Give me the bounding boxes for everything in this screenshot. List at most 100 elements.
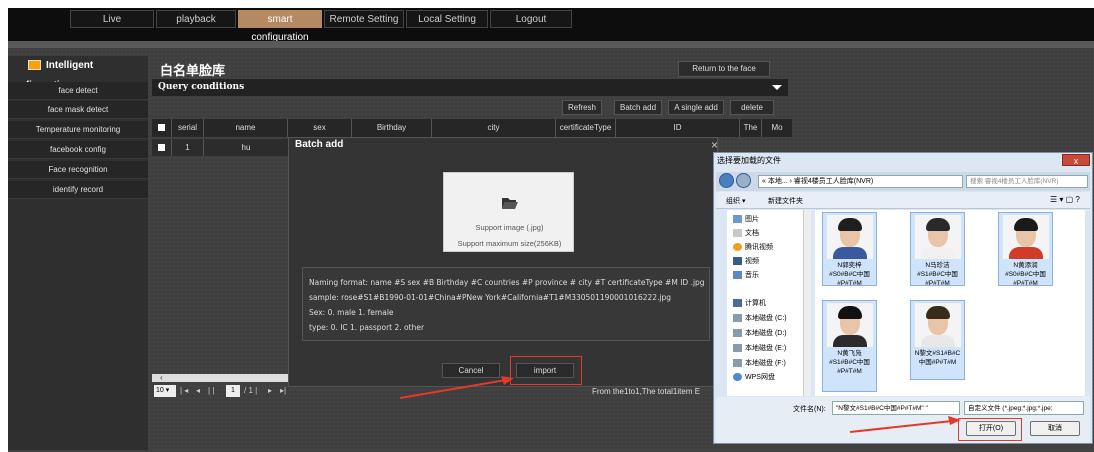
sidebar-item-identify-record[interactable]: identify record — [8, 181, 148, 199]
nav-label: 音乐 — [745, 272, 759, 279]
last-page-icon[interactable]: ▸| — [280, 386, 286, 395]
nav-label: 文档 — [745, 230, 759, 237]
nav-tab-remote-setting[interactable]: Remote Setting — [324, 10, 404, 28]
nav-label: 本地磁盘 (C:) — [745, 315, 787, 322]
total-pages: / 1 | — [244, 386, 258, 395]
sidebar-item-temperature-monitoring[interactable]: Temperature monitoring — [8, 121, 148, 139]
photo-thumbnail — [915, 215, 961, 259]
page-input[interactable]: 1 — [226, 385, 240, 397]
annotation-arrow-icon — [399, 376, 514, 399]
batch-add-button[interactable]: Batch add — [614, 100, 662, 115]
sidebar-item-face-detect[interactable]: face detect — [8, 82, 148, 100]
nav-label: 视频 — [745, 258, 759, 265]
batch-add-close-icon[interactable]: × — [711, 138, 718, 152]
row-checkbox[interactable] — [158, 144, 165, 151]
file-name: N黄飞凫 #S1#B#C中国 #P#T#M — [829, 350, 870, 375]
horizontal-scrollbar[interactable]: ‹ — [152, 374, 292, 382]
cell-serial: 1 — [172, 139, 204, 156]
nav-tab-playback[interactable]: playback — [156, 10, 236, 28]
return-to-face-button[interactable]: Return to the face — [678, 61, 770, 77]
nav-tab-live[interactable]: Live — [70, 10, 154, 28]
type-code-line: type: 0. IC 1. passport 2. other — [309, 323, 425, 332]
photo-thumbnail — [915, 303, 961, 347]
nav-item-pictures[interactable]: 图片 — [733, 214, 759, 224]
documents-icon — [733, 229, 742, 238]
single-add-button[interactable]: A single add — [668, 100, 724, 115]
search-input[interactable]: 搜索 睿视4楼员工人脸库(NVR) — [966, 175, 1088, 188]
drive-icon — [733, 344, 742, 353]
scroll-left-icon[interactable]: ‹ — [160, 374, 163, 382]
nav-divider — [8, 41, 1094, 48]
first-page-icon[interactable]: | ◂ — [180, 386, 188, 395]
file-thumbnail[interactable]: N郭奕梓 #S0#B#C中国 #P#T#M — [822, 212, 877, 287]
nav-item-tencent-video[interactable]: 腾讯视频 — [733, 242, 773, 252]
nav-item-music[interactable]: 音乐 — [733, 270, 759, 280]
import-highlight-box — [510, 356, 582, 385]
refresh-button[interactable]: Refresh — [562, 100, 602, 115]
nav-item-videos[interactable]: 视频 — [733, 256, 759, 266]
nav-tab-smart-configuration[interactable]: smart configuration — [238, 10, 322, 43]
tencent-video-icon — [733, 243, 742, 252]
annotation-arrow-icon — [849, 416, 961, 433]
upload-area[interactable]: Support image (.jpg) Support maximum siz… — [443, 172, 574, 252]
address-path-input[interactable]: « 本地... › 睿视4楼员工人脸库(NVR) — [758, 175, 963, 188]
file-name: N郭奕梓 #S0#B#C中国 #P#T#M — [829, 262, 870, 287]
nav-item-drive-d[interactable]: 本地磁盘 (D:) — [733, 328, 787, 338]
file-thumbnail[interactable]: N黄添润 #S0#B#C中国 #P#T#M — [998, 212, 1053, 287]
file-type-select[interactable]: 自定义文件 (*.jpeg;*.jpg;*.jpe; — [964, 401, 1084, 415]
record-info: From the1to1,The total1item E — [592, 387, 701, 396]
naming-format-line: Naming format: name #S sex #B Birthday #… — [309, 278, 705, 287]
sidebar-item-face-recognition[interactable]: Face recognition — [8, 161, 148, 179]
sidebar-item-facebook-config[interactable]: facebook config — [8, 141, 148, 159]
nav-item-drive-e[interactable]: 本地磁盘 (E:) — [733, 343, 786, 353]
query-conditions-bar[interactable]: Query conditions — [152, 79, 788, 96]
nav-item-drive-c[interactable]: 本地磁盘 (C:) — [733, 313, 787, 323]
select-all-checkbox[interactable] — [158, 124, 165, 131]
prev-page-icon[interactable]: ◂ — [196, 386, 200, 395]
open-highlight-box — [958, 418, 1022, 441]
col-mo: Mo — [771, 123, 783, 132]
naming-format-box: Naming format: name #S sex #B Birthday #… — [302, 267, 710, 341]
nav-item-computer[interactable]: 计算机 — [733, 298, 766, 308]
file-thumbnail[interactable]: N黎文#S1#B#C 中国#P#T#M — [910, 300, 965, 380]
nav-tab-logout[interactable]: Logout — [490, 10, 572, 28]
sidebar-header: Intelligent configuration — [8, 56, 148, 91]
nav-pane: 图片 文档 腾讯视频 视频 音乐 计算机 本地磁盘 (C:) 本地磁盘 (D:)… — [727, 210, 811, 396]
file-dialog-close-button[interactable]: x — [1062, 154, 1090, 166]
nav-label: 腾讯视频 — [745, 244, 773, 251]
music-icon — [733, 271, 742, 280]
file-thumbnail[interactable]: N马珍洁 #S1#B#C中国 #P#T#M — [910, 212, 965, 287]
new-folder-button[interactable]: 新建文件夹 — [768, 196, 803, 206]
upload-hint-type: Support image (.jpg) — [475, 223, 544, 232]
forward-arrow-icon[interactable] — [736, 173, 751, 188]
col-serial: serial — [172, 119, 204, 137]
nav-label: 计算机 — [745, 300, 766, 307]
table-row[interactable]: 1 hu — [152, 139, 288, 156]
naming-sample-line: sample: rose#S1#B1990-01-01#China#PNew Y… — [309, 293, 672, 302]
photo-shirt — [1009, 247, 1043, 259]
nav-label: 图片 — [745, 216, 759, 223]
sidebar-item-face-mask-detect[interactable]: face mask detect — [8, 101, 148, 119]
nav-item-documents[interactable]: 文档 — [733, 228, 759, 238]
page-size-select[interactable]: 10 ▾ — [154, 385, 176, 397]
next-page-icon[interactable]: ▸ — [268, 386, 272, 395]
nav-item-wps-cloud[interactable]: WPS网盘 — [733, 372, 775, 382]
photo-thumbnail — [827, 303, 873, 347]
back-arrow-icon[interactable] — [719, 173, 734, 188]
select-all-cell[interactable] — [152, 119, 172, 137]
videos-icon — [733, 257, 742, 266]
nav-pane-scrollbar[interactable] — [803, 210, 811, 396]
delete-button[interactable]: delete — [730, 100, 774, 115]
table-header: serial name sex Birthday city certificat… — [152, 119, 792, 137]
organize-menu[interactable]: 组织 ▾ — [726, 196, 745, 206]
row-select-cell[interactable] — [152, 139, 172, 156]
file-thumbnail[interactable]: N黄飞凫 #S1#B#C中国 #P#T#M — [822, 300, 877, 392]
cell-name: hu — [241, 143, 251, 152]
file-cancel-button[interactable]: 取消 — [1030, 421, 1080, 436]
nav-tab-local-setting[interactable]: Local Setting — [406, 10, 488, 28]
nav-item-drive-f[interactable]: 本地磁盘 (F:) — [733, 358, 786, 368]
photo-hair — [926, 306, 950, 319]
drive-icon — [733, 329, 742, 338]
drive-icon — [733, 314, 742, 323]
view-options-icon[interactable]: ☰ ▾ ▢ ? — [1050, 195, 1080, 204]
